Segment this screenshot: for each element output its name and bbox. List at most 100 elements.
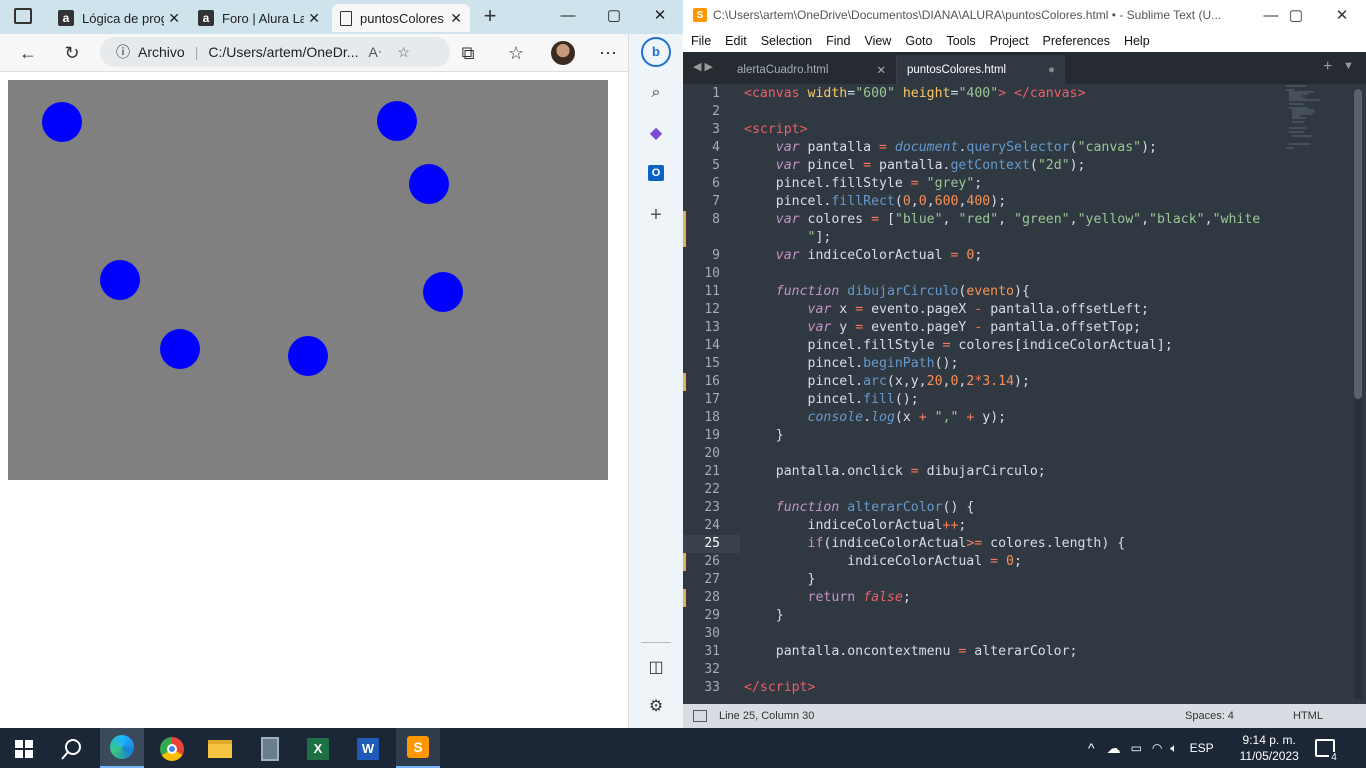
menu-view[interactable]: View xyxy=(864,34,891,48)
word-icon[interactable]: W xyxy=(346,732,390,766)
code-editor[interactable]: 1 2 3 4 5 6 7 8 9 10 11 12 13 14 15 16 17 18 19 20 21 22 23 24 2… xyxy=(683,84,1366,704)
minimap[interactable] xyxy=(1286,84,1346,154)
menu-goto[interactable]: Goto xyxy=(905,34,932,48)
close-tab-icon[interactable]: ✕ xyxy=(308,10,320,27)
line-number: 33 xyxy=(704,680,720,695)
search-icon[interactable]: ⌕ xyxy=(643,80,669,106)
notifications-icon[interactable]: 4 xyxy=(1314,739,1339,763)
menu-tools[interactable]: Tools xyxy=(946,34,975,48)
line-number: 18 xyxy=(704,410,720,425)
line-number: 14 xyxy=(704,338,720,353)
back-icon[interactable]: ← xyxy=(14,40,42,66)
search-icon[interactable] xyxy=(50,732,94,766)
menu-help[interactable]: Help xyxy=(1124,34,1150,48)
new-tab-icon[interactable]: + xyxy=(478,4,502,28)
code-line: } xyxy=(744,428,784,443)
more-options-icon[interactable]: ⋯ xyxy=(594,40,622,66)
menu-selection[interactable]: Selection xyxy=(761,34,812,48)
maximize-icon[interactable]: ▢ xyxy=(1273,0,1319,30)
browser-tab[interactable]: a Foro | Alura La ✕ xyxy=(190,4,328,32)
tab-label: puntosColores xyxy=(360,10,444,26)
office-icon[interactable]: ◆ xyxy=(643,120,669,146)
refresh-icon[interactable]: ↻ xyxy=(58,40,86,66)
code-line: var x = evento.pageX - pantalla.offsetLe… xyxy=(807,302,1149,317)
sublime-taskbar-icon[interactable]: S xyxy=(396,728,440,768)
code-line: var y = evento.pageY - pantalla.offsetTo… xyxy=(807,320,1142,335)
syntax-setting[interactable]: HTML xyxy=(1293,710,1323,722)
code-line: </script> xyxy=(744,680,816,695)
browser-tab-active[interactable]: puntosColores ✕ xyxy=(332,4,470,32)
browser-window: a Lógica de prog ✕ a Foro | Alura La ✕ p… xyxy=(0,0,683,728)
edge-taskbar-icon[interactable] xyxy=(100,728,144,768)
close-tab-icon[interactable]: ✕ xyxy=(876,63,886,77)
start-windows-icon[interactable] xyxy=(2,732,46,766)
add-favorite-icon[interactable]: ☆ xyxy=(397,44,410,61)
volume-icon[interactable]: 🔈︎ xyxy=(1170,741,1177,756)
tab-actions-icon[interactable] xyxy=(14,8,32,24)
vertical-scrollbar-thumb[interactable] xyxy=(1354,89,1362,399)
line-number: 8 xyxy=(712,212,720,227)
system-tray: ^ ☁ ▭ ◠ 🔈︎ ESP 9:14 p. m. 11/05/2023 4 xyxy=(1088,728,1339,768)
close-window-icon[interactable]: ✕ xyxy=(637,0,683,30)
show-hidden-icons-icon[interactable]: ^ xyxy=(1088,740,1095,756)
menu-edit[interactable]: Edit xyxy=(725,34,747,48)
editor-tab-bar: ◀ ▶ alertaCuadro.html ✕ puntosColores.ht… xyxy=(683,52,1366,84)
maximize-icon[interactable]: ▢ xyxy=(591,0,637,30)
editor-tab[interactable]: alertaCuadro.html ✕ xyxy=(727,55,897,84)
menu-project[interactable]: Project xyxy=(990,34,1029,48)
unsaved-dot-icon[interactable]: ● xyxy=(1048,64,1055,76)
menu-preferences[interactable]: Preferences xyxy=(1043,34,1110,48)
line-number: 13 xyxy=(704,320,720,335)
line-number: 21 xyxy=(704,464,720,479)
tab-dropdown-icon[interactable]: ▼ xyxy=(1343,60,1354,72)
settings-gear-icon[interactable]: ⚙ xyxy=(643,693,669,719)
outlook-icon[interactable]: O xyxy=(643,160,669,186)
close-window-icon[interactable]: ✕ xyxy=(1319,0,1365,30)
tab-nav-arrows-icon[interactable]: ◀ ▶ xyxy=(693,60,713,73)
extensions-icon[interactable]: ⧉ xyxy=(454,40,482,66)
battery-icon[interactable]: ▭ xyxy=(1131,741,1142,755)
drawing-canvas[interactable] xyxy=(8,80,608,480)
file-explorer-icon[interactable] xyxy=(198,732,242,766)
bing-icon[interactable]: b xyxy=(641,37,671,67)
blue-circle-dot xyxy=(100,260,140,300)
close-tab-icon[interactable]: ✕ xyxy=(168,10,180,27)
code-line: return false; xyxy=(807,590,911,605)
clock[interactable]: 9:14 p. m. 11/05/2023 xyxy=(1240,732,1299,764)
line-number: 26 xyxy=(704,554,720,569)
new-file-icon[interactable]: + xyxy=(1323,58,1332,76)
editor-tab-active[interactable]: puntosColores.html ● xyxy=(897,55,1065,84)
blue-circle-dot xyxy=(288,336,328,376)
tab-label: Lógica de prog xyxy=(82,10,165,26)
excel-icon[interactable]: X xyxy=(296,732,340,766)
address-bar[interactable]: ⓘ Archivo | C:/Users/artem/OneDr... A͏ᐧ … xyxy=(100,37,450,67)
avatar[interactable] xyxy=(551,41,575,65)
blue-circle-dot xyxy=(160,329,200,369)
browser-tab[interactable]: a Lógica de prog ✕ xyxy=(50,4,188,32)
language-indicator[interactable]: ESP xyxy=(1190,741,1214,755)
indentation-setting[interactable]: Spaces: 4 xyxy=(1185,710,1234,722)
read-aloud-icon[interactable]: A͏ᐧ xyxy=(368,44,381,61)
line-number: 19 xyxy=(704,428,720,443)
code-line: pincel.beginPath(); xyxy=(744,356,959,371)
sublime-title-bar: S C:\Users\artem\OneDrive\Documentos\DIA… xyxy=(683,0,1366,30)
wifi-icon[interactable]: ◠ xyxy=(1152,741,1162,755)
favorites-icon[interactable]: ☆ xyxy=(502,40,530,66)
line-number: 29 xyxy=(704,608,720,623)
menu-file[interactable]: File xyxy=(691,34,711,48)
onedrive-cloud-icon[interactable]: ☁ xyxy=(1107,740,1121,757)
code-text[interactable]: <canvas width="600" height="400"> </canv… xyxy=(744,84,1304,704)
code-line: pantalla.onclick = dibujarCirculo; xyxy=(744,464,1046,479)
close-tab-icon[interactable]: ✕ xyxy=(450,10,462,27)
calculator-icon[interactable] xyxy=(248,732,292,766)
hide-sidebar-icon[interactable]: ◫ xyxy=(643,654,669,680)
panel-toggle-icon[interactable] xyxy=(693,710,707,722)
add-sidebar-icon[interactable]: + xyxy=(643,202,669,228)
menu-find[interactable]: Find xyxy=(826,34,850,48)
line-number: 25 xyxy=(704,536,720,551)
page-content xyxy=(0,72,628,728)
minimize-icon[interactable]: — xyxy=(545,0,591,30)
address-separator: | xyxy=(194,44,199,60)
clock-time: 9:14 p. m. xyxy=(1242,733,1296,747)
chrome-icon[interactable] xyxy=(150,732,194,766)
